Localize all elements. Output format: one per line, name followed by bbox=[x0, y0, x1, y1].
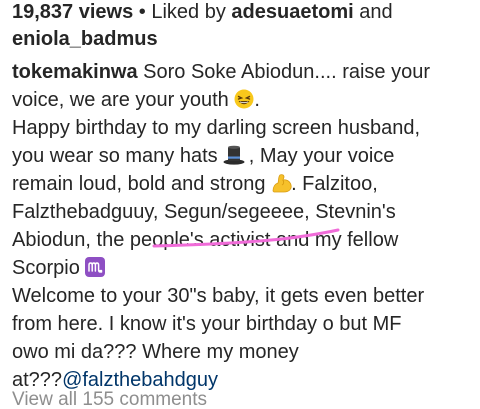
views-count: 19,837 views bbox=[12, 1, 134, 23]
separator-dot: • bbox=[133, 1, 152, 23]
top-hat-icon bbox=[223, 145, 245, 165]
view-all-comments-link[interactable]: View all 155 comments bbox=[12, 388, 207, 409]
post-likes-row: 19,837 views • Liked by adesuaetomi and bbox=[12, 0, 474, 26]
scorpio-sign-icon bbox=[85, 257, 106, 277]
caption-text: , May your voice bbox=[243, 145, 395, 167]
caption-line-8: Scorpio bbox=[12, 254, 474, 282]
caption-text: Scorpio bbox=[12, 257, 86, 279]
caption-line-2: voice, we are your youth . bbox=[12, 86, 474, 114]
post-caption: tokemakinwa Soro Soke Abiodun.... raise … bbox=[12, 58, 474, 394]
post-likes-row-2: eniola_badmus bbox=[12, 25, 158, 53]
caption-text: voice, we are your youth bbox=[12, 89, 235, 111]
caption-line-6: Falzthebadguuy, Segun/segeeee, Stevnin's bbox=[12, 201, 396, 223]
view-comments-row: View all 155 comments bbox=[0, 384, 480, 409]
caption-line-7: Abiodun, the people's activist and my fe… bbox=[12, 229, 399, 251]
liker-username-1[interactable]: adesuaetomi bbox=[231, 1, 353, 23]
liked-by-label: Liked by bbox=[151, 1, 232, 23]
caption-line-10: from here. I know it's your birthday o b… bbox=[12, 313, 402, 335]
liker-username-2[interactable]: eniola_badmus bbox=[12, 28, 158, 50]
caption-line-5: remain loud, bold and strong . Falzitoo, bbox=[12, 170, 474, 198]
caption-text: Soro Soke Abiodun.... raise your bbox=[137, 61, 431, 83]
and-label: and bbox=[353, 1, 393, 23]
caption-text: remain loud, bold and strong bbox=[12, 173, 272, 195]
caption-text: . Falzitoo, bbox=[291, 173, 378, 195]
caption-text: you wear so many hats bbox=[12, 145, 224, 167]
caption-line-11: owo mi da??? Where my money bbox=[12, 341, 299, 363]
caption-line-9: Welcome to your 30"s baby, it gets even … bbox=[12, 285, 425, 307]
caption-author-username[interactable]: tokemakinwa bbox=[12, 61, 138, 83]
caption-line-4: you wear so many hats , May your voice bbox=[12, 142, 474, 170]
caption-line-1: tokemakinwa Soro Soke Abiodun.... raise … bbox=[12, 58, 474, 86]
caption-line-3: Happy birthday to my darling screen husb… bbox=[12, 117, 421, 139]
caption-text: . bbox=[254, 89, 260, 111]
flexed-biceps-icon bbox=[271, 173, 292, 193]
grinning-squinting-face-icon bbox=[234, 89, 254, 109]
